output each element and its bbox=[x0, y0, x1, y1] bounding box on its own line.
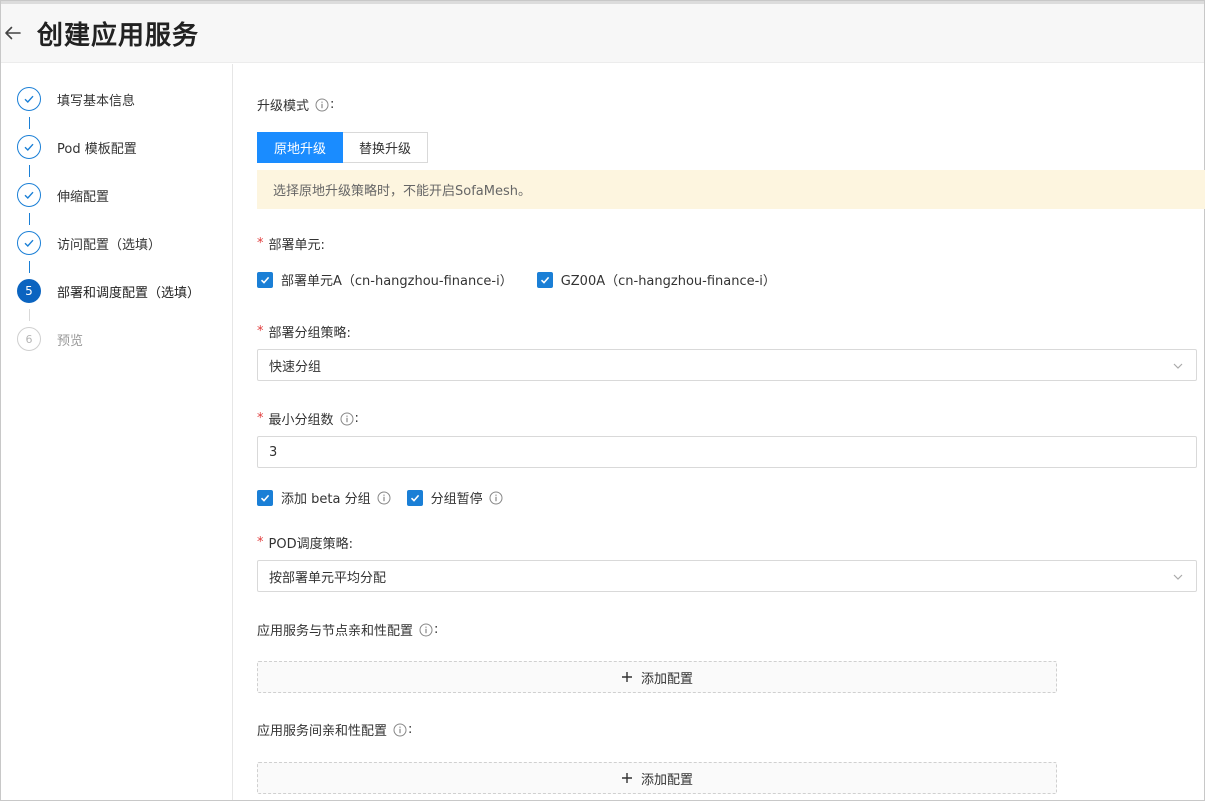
step-connector bbox=[29, 165, 30, 177]
info-icon[interactable] bbox=[393, 723, 407, 737]
step-label: 伸缩配置 bbox=[57, 189, 110, 205]
group-options: 添加 beta 分组 分组暂停 bbox=[257, 488, 503, 507]
upgrade-mode-label: 升级模式 : bbox=[257, 95, 334, 114]
select-value: 快速分组 bbox=[269, 359, 322, 375]
add-config-label: 添加配置 bbox=[640, 772, 693, 788]
deploy-unit-options: 部署单元A（cn-hangzhou-finance-i） GZ00A（cn-ha… bbox=[257, 270, 776, 289]
upgrade-replace-button[interactable]: 替换升级 bbox=[343, 132, 429, 163]
label-colon: : bbox=[408, 722, 413, 737]
form-content: 升级模式 : 原地升级 替换升级 选择原地升级策略时，不能开启SofaMesh。… bbox=[257, 64, 1205, 800]
info-icon[interactable] bbox=[419, 623, 433, 637]
step-label: 访问配置（选填） bbox=[57, 237, 162, 253]
label-text: 应用服务间亲和性配置 bbox=[257, 724, 388, 739]
check-icon bbox=[260, 276, 270, 284]
pod-strategy-select[interactable]: 按部署单元平均分配 bbox=[257, 560, 1197, 592]
group-strategy-label: * 部署分组策略: bbox=[257, 322, 351, 341]
step-connector bbox=[29, 213, 30, 225]
step-deploy-schedule[interactable]: 5 部署和调度配置（选填） bbox=[17, 279, 227, 303]
beta-group-checkbox[interactable] bbox=[257, 489, 273, 506]
info-icon[interactable] bbox=[489, 491, 503, 505]
select-value: 按部署单元平均分配 bbox=[269, 570, 387, 586]
step-done-circle bbox=[17, 135, 41, 159]
add-node-affinity-button[interactable]: 添加配置 bbox=[257, 661, 1057, 693]
group-pause-label: 分组暂停 bbox=[430, 492, 483, 507]
label-colon: : bbox=[354, 411, 359, 426]
deploy-unit-a-checkbox[interactable] bbox=[257, 271, 273, 288]
label-colon: : bbox=[330, 97, 335, 112]
step-active-circle: 5 bbox=[17, 279, 41, 303]
check-icon bbox=[410, 494, 419, 502]
label-text: 最小分组数 bbox=[268, 413, 334, 428]
step-label: 部署和调度配置（选填） bbox=[57, 285, 201, 301]
info-icon[interactable] bbox=[340, 412, 354, 426]
step-pending-circle: 6 bbox=[17, 327, 41, 351]
check-icon bbox=[24, 239, 34, 248]
step-label: 预览 bbox=[57, 333, 84, 349]
chevron-down-icon bbox=[1173, 363, 1183, 369]
check-icon bbox=[24, 191, 34, 200]
plus-icon bbox=[621, 672, 632, 682]
page-title: 创建应用服务 bbox=[37, 21, 200, 51]
step-connector bbox=[29, 117, 30, 129]
step-done-circle bbox=[17, 183, 41, 207]
check-icon bbox=[24, 143, 34, 152]
plus-icon bbox=[621, 773, 632, 783]
check-icon bbox=[260, 494, 270, 502]
min-groups-label: * 最小分组数 : bbox=[257, 409, 359, 428]
step-basic-info[interactable]: 填写基本信息 bbox=[17, 87, 227, 111]
info-icon[interactable] bbox=[315, 98, 329, 112]
upgrade-inplace-button[interactable]: 原地升级 bbox=[257, 132, 344, 163]
step-pod-template[interactable]: Pod 模板配置 bbox=[17, 135, 227, 159]
step-label: 填写基本信息 bbox=[57, 93, 136, 109]
upgrade-mode-segmented: 原地升级 替换升级 bbox=[257, 132, 429, 163]
step-label: Pod 模板配置 bbox=[57, 141, 137, 157]
group-strategy-select[interactable]: 快速分组 bbox=[257, 349, 1197, 381]
label-text: 部署单元: bbox=[268, 238, 325, 253]
required-mark: * bbox=[257, 236, 264, 251]
upgrade-notice: 选择原地升级策略时，不能开启SofaMesh。 bbox=[257, 170, 1205, 209]
info-icon[interactable] bbox=[377, 491, 391, 505]
deploy-unit-a-label: 部署单元A（cn-hangzhou-finance-i） bbox=[281, 274, 513, 289]
step-done-circle bbox=[17, 87, 41, 111]
label-text: 部署分组策略: bbox=[268, 326, 351, 341]
add-config-label: 添加配置 bbox=[640, 671, 693, 687]
step-connector bbox=[29, 261, 30, 273]
check-icon bbox=[24, 95, 34, 104]
deploy-unit-gz00a-checkbox[interactable] bbox=[536, 271, 553, 288]
label-text: POD调度策略: bbox=[268, 537, 353, 552]
steps-sidebar: 填写基本信息 Pod 模板配置 伸缩配置 访问配置（选填） 5 部署和调度配置（… bbox=[1, 64, 233, 800]
chevron-down-icon bbox=[1173, 574, 1183, 580]
deploy-unit-label: * 部署单元: bbox=[257, 234, 325, 253]
required-mark: * bbox=[257, 411, 264, 426]
step-connector bbox=[29, 309, 30, 321]
node-affinity-label: 应用服务与节点亲和性配置 : bbox=[257, 620, 438, 639]
check-icon bbox=[540, 276, 549, 284]
label-text: 应用服务与节点亲和性配置 bbox=[257, 624, 414, 639]
label-text: 升级模式 bbox=[257, 99, 310, 114]
label-colon: : bbox=[434, 622, 439, 637]
step-scaling[interactable]: 伸缩配置 bbox=[17, 183, 227, 207]
deploy-unit-gz00a-label: GZ00A（cn-hangzhou-finance-i） bbox=[560, 274, 776, 289]
step-preview[interactable]: 6 预览 bbox=[17, 327, 227, 351]
required-mark: * bbox=[257, 324, 264, 339]
required-mark: * bbox=[257, 535, 264, 550]
back-arrow-icon[interactable] bbox=[3, 23, 23, 43]
min-groups-input[interactable]: 3 bbox=[257, 436, 1197, 468]
add-service-affinity-button[interactable]: 添加配置 bbox=[257, 762, 1057, 794]
service-affinity-label: 应用服务间亲和性配置 : bbox=[257, 720, 412, 739]
group-pause-checkbox[interactable] bbox=[406, 489, 423, 506]
page-header: 创建应用服务 bbox=[1, 1, 1204, 63]
step-done-circle bbox=[17, 231, 41, 255]
step-access[interactable]: 访问配置（选填） bbox=[17, 231, 227, 255]
input-value: 3 bbox=[269, 444, 278, 460]
beta-group-label: 添加 beta 分组 bbox=[281, 492, 371, 507]
pod-strategy-label: * POD调度策略: bbox=[257, 533, 353, 552]
